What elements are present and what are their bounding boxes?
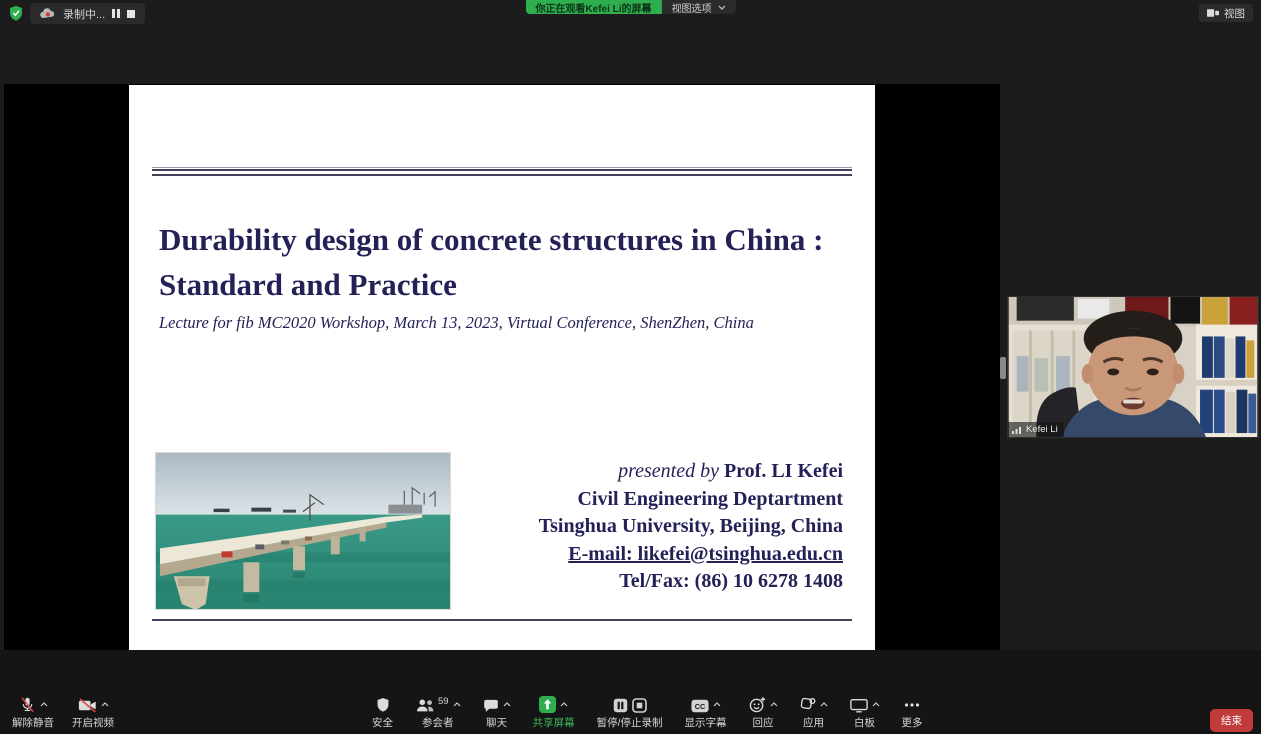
pause-recording-button[interactable] <box>112 9 120 18</box>
recording-status-label: 录制中... <box>63 6 105 22</box>
svg-text:CC: CC <box>694 702 704 711</box>
stop-recording-button[interactable] <box>127 10 135 18</box>
presenter-email: E-mail: likefei@tsinghua.edu.cn <box>539 541 843 569</box>
chevron-up-icon[interactable] <box>770 702 778 707</box>
toolbar-left-group: 解除静音 开启视频 <box>12 696 114 729</box>
end-meeting-button[interactable]: 结束 <box>1210 709 1253 732</box>
pause-recording-icon[interactable] <box>613 698 628 713</box>
presented-by-line: presented by Prof. LI Kefei <box>539 458 843 486</box>
participant-video[interactable]: Kefei Li <box>1007 296 1259 438</box>
slide-bottom-rule <box>152 619 852 621</box>
reaction-smiley-icon <box>749 696 766 713</box>
participants-button[interactable]: 59 参会者 <box>415 696 461 729</box>
security-label: 安全 <box>372 718 393 729</box>
recording-indicator: 录制中... <box>30 3 145 24</box>
chevron-up-icon[interactable] <box>872 702 880 707</box>
meeting-info-shield-button[interactable] <box>8 5 24 22</box>
start-video-label: 开启视频 <box>72 718 114 729</box>
slide-subtitle: Lecture for fib MC2020 Workshop, March 1… <box>159 313 859 333</box>
chat-label: 聊天 <box>486 718 507 729</box>
chevron-up-icon[interactable] <box>40 702 48 707</box>
camera-muted-icon <box>78 698 97 713</box>
share-screen-icon <box>539 696 556 713</box>
view-options-dropdown[interactable]: 视图选项 <box>662 0 736 14</box>
captions-button[interactable]: CC 显示字幕 <box>685 696 727 729</box>
cc-icon: CC <box>691 699 709 713</box>
cloud-recording-icon <box>40 8 56 19</box>
chevron-up-icon[interactable] <box>503 702 511 707</box>
screen-watch-bar: 你正在观看Kefei Li的屏幕 视图选项 <box>525 0 735 14</box>
participant-name-tag: Kefei Li <box>1008 422 1064 437</box>
more-button[interactable]: 更多 <box>902 696 923 729</box>
presenter-info-block: presented by Prof. LI Kefei Civil Engine… <box>539 458 843 596</box>
view-button[interactable]: 视图 <box>1199 4 1253 22</box>
share-screen-button[interactable]: 共享屏幕 <box>533 696 575 729</box>
participants-count: 59 <box>438 696 449 707</box>
participants-icon <box>415 698 435 713</box>
chevron-up-icon[interactable] <box>560 702 568 707</box>
chat-bubble-icon <box>483 698 499 713</box>
security-shield-icon <box>376 697 390 713</box>
apps-label: 应用 <box>803 718 824 729</box>
share-screen-label: 共享屏幕 <box>533 718 575 729</box>
unmute-label: 解除静音 <box>12 718 54 729</box>
participant-name: Kefei Li <box>1026 424 1058 435</box>
whiteboard-button[interactable]: 白板 <box>850 696 880 729</box>
pause-stop-recording-button[interactable]: 暂停/停止录制 <box>597 696 663 729</box>
zoom-meeting-window: 录制中... 你正在观看Kefei Li的屏幕 视图选项 视图 Durabi <box>0 0 1261 734</box>
chat-button[interactable]: 聊天 <box>483 696 511 729</box>
more-ellipsis-icon <box>904 697 920 713</box>
mic-muted-icon <box>19 696 36 713</box>
apps-icon <box>800 697 816 713</box>
apps-button[interactable]: 应用 <box>800 696 828 729</box>
presentation-slide: Durability design of concrete structures… <box>129 85 875 650</box>
view-options-label: 视图选项 <box>672 0 712 14</box>
layout-view-icon <box>1207 8 1219 18</box>
chevron-up-icon[interactable] <box>453 702 461 707</box>
whiteboard-label: 白板 <box>854 718 875 729</box>
unmute-button[interactable]: 解除静音 <box>12 696 54 729</box>
reactions-button[interactable]: 回应 <box>749 696 778 729</box>
shared-screen-stage: Durability design of concrete structures… <box>4 84 1000 650</box>
security-button[interactable]: 安全 <box>372 696 393 729</box>
bridge-photo <box>155 452 451 610</box>
top-bar: 录制中... 你正在观看Kefei Li的屏幕 视图选项 视图 <box>0 0 1261 28</box>
slide-top-rule <box>152 169 852 176</box>
chevron-down-icon <box>718 5 726 10</box>
slide-title: Durability design of concrete structures… <box>159 217 849 307</box>
chevron-up-icon[interactable] <box>101 702 109 707</box>
presenter-university: Tsinghua University, Beijing, China <box>539 513 843 541</box>
signal-bars-icon <box>1012 426 1022 434</box>
view-button-label: 视图 <box>1224 6 1245 21</box>
toolbar-center-group: 安全 59 参会者 <box>372 696 923 729</box>
captions-label: 显示字幕 <box>685 718 727 729</box>
webcam-scene <box>1008 297 1258 437</box>
presenter-telfax: Tel/Fax: (86) 10 6278 1408 <box>539 568 843 596</box>
shield-check-icon <box>8 5 24 22</box>
watching-screen-badge: 你正在观看Kefei Li的屏幕 <box>525 0 661 14</box>
chevron-up-icon[interactable] <box>820 702 828 707</box>
reactions-label: 回应 <box>753 718 774 729</box>
pause-stop-recording-label: 暂停/停止录制 <box>597 718 663 729</box>
stop-recording-icon[interactable] <box>632 698 647 713</box>
presenter-department: Civil Engineering Deptartment <box>539 486 843 514</box>
whiteboard-icon <box>850 698 868 713</box>
chevron-up-icon[interactable] <box>713 702 721 707</box>
meeting-toolbar: 解除静音 开启视频 <box>0 650 1261 734</box>
participants-label: 参会者 <box>422 718 454 729</box>
more-label: 更多 <box>902 718 923 729</box>
video-panel-drag-handle[interactable] <box>1000 357 1006 379</box>
start-video-button[interactable]: 开启视频 <box>72 696 114 729</box>
